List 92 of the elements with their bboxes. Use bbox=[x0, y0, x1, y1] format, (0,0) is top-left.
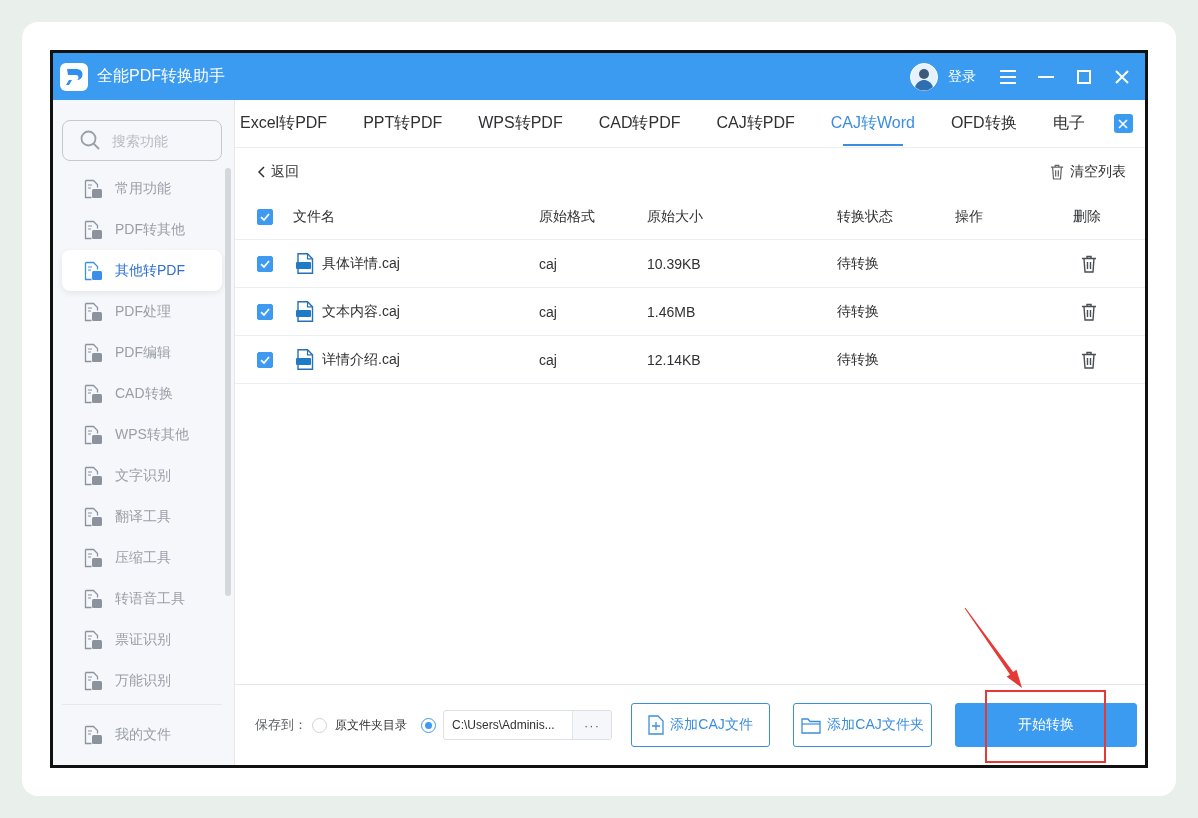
checkbox[interactable] bbox=[257, 303, 273, 320]
trash-icon bbox=[1050, 163, 1064, 180]
tab[interactable]: Excel转PDF bbox=[240, 100, 328, 147]
tab[interactable]: CAD转PDF bbox=[598, 100, 681, 147]
tab[interactable]: CAJ转Word bbox=[830, 100, 915, 147]
browse-button[interactable]: ··· bbox=[572, 711, 611, 739]
table-cell: caj bbox=[539, 351, 557, 368]
menu-icon[interactable] bbox=[1000, 69, 1016, 84]
file-name: 文本内容.caj bbox=[322, 302, 400, 321]
start-button[interactable]: 开始转换 bbox=[955, 703, 1137, 747]
search-icon bbox=[80, 130, 100, 150]
document-icon bbox=[83, 670, 103, 691]
trash-icon bbox=[1081, 254, 1097, 273]
table-cell: 1.46MB bbox=[647, 303, 696, 320]
sidebar-item[interactable]: 转语音工具 bbox=[62, 578, 222, 619]
column-header: 删除 bbox=[1073, 208, 1101, 226]
back-button[interactable]: 返回 bbox=[258, 162, 299, 181]
sidebar-item[interactable]: 常用功能 bbox=[62, 168, 222, 209]
document-icon bbox=[83, 465, 103, 486]
document-icon bbox=[83, 383, 103, 404]
document-icon bbox=[83, 178, 103, 199]
trash-icon bbox=[1081, 350, 1097, 369]
trash-icon bbox=[1081, 302, 1097, 321]
file-name: 详情介绍.caj bbox=[322, 350, 400, 369]
tab[interactable]: CAJ转PDF bbox=[716, 100, 795, 147]
search-field[interactable]: 搜索功能 bbox=[62, 120, 222, 161]
minimize-icon[interactable] bbox=[1038, 75, 1054, 78]
document-icon bbox=[83, 506, 103, 527]
radio-label[interactable]: 原文件夹目录 bbox=[335, 716, 407, 734]
column-header: 原始格式 bbox=[539, 208, 595, 226]
window-title: 全能PDF转换助手 bbox=[97, 66, 225, 86]
checkbox[interactable] bbox=[257, 209, 273, 225]
tab[interactable]: OFD转换 bbox=[950, 100, 1017, 147]
document-icon bbox=[83, 629, 103, 650]
column-header: 操作 bbox=[955, 208, 983, 226]
sidebar-item[interactable]: CAD转换 bbox=[62, 373, 222, 414]
sidebar-item[interactable]: 翻译工具 bbox=[62, 496, 222, 537]
table-cell: 待转换 bbox=[837, 302, 879, 321]
file-icon bbox=[296, 301, 314, 322]
document-icon bbox=[83, 724, 103, 745]
add-folder-button[interactable]: 添加CAJ文件夹 bbox=[793, 703, 932, 747]
file-icon bbox=[296, 349, 314, 370]
document-icon bbox=[83, 260, 103, 281]
document-icon bbox=[83, 547, 103, 568]
clear-list-button[interactable]: 清空列表 bbox=[1050, 162, 1126, 181]
radio-button[interactable] bbox=[312, 717, 327, 733]
document-icon bbox=[83, 588, 103, 609]
login-link[interactable]: 登录 bbox=[948, 67, 976, 86]
sidebar-item[interactable]: 文字识别 bbox=[62, 455, 222, 496]
document-icon bbox=[83, 301, 103, 322]
close-icon bbox=[1118, 118, 1128, 129]
chevron-left-icon bbox=[258, 165, 265, 178]
tab[interactable]: PPT转PDF bbox=[363, 100, 443, 147]
file-name: 具体详情.caj bbox=[322, 254, 400, 273]
close-button[interactable] bbox=[1113, 114, 1133, 133]
column-header: 文件名 bbox=[293, 208, 335, 226]
avatar-icon[interactable] bbox=[910, 62, 938, 91]
checkbox[interactable] bbox=[257, 255, 273, 272]
radio-button[interactable] bbox=[421, 717, 436, 733]
sidebar-item[interactable]: PDF处理 bbox=[62, 291, 222, 332]
sidebar-item[interactable]: 票证识别 bbox=[62, 619, 222, 660]
column-header: 原始大小 bbox=[647, 208, 703, 226]
table-cell: 待转换 bbox=[837, 350, 879, 369]
table-cell: 12.14KB bbox=[647, 351, 701, 368]
sidebar-item[interactable]: 压缩工具 bbox=[62, 537, 222, 578]
file-icon bbox=[296, 253, 314, 274]
checkbox[interactable] bbox=[257, 351, 273, 368]
table-cell: 待转换 bbox=[837, 254, 879, 273]
sidebar-item[interactable]: 我的文件 bbox=[62, 714, 222, 755]
table-cell: caj bbox=[539, 303, 557, 320]
sidebar-item[interactable]: PDF转其他 bbox=[62, 209, 222, 250]
column-header: 转换状态 bbox=[837, 208, 893, 226]
sidebar-item[interactable]: 万能识别 bbox=[62, 660, 222, 701]
sidebar-item[interactable]: PDF编辑 bbox=[62, 332, 222, 373]
check-icon bbox=[259, 211, 271, 223]
table-cell: 10.39KB bbox=[647, 255, 701, 272]
scrollbar[interactable] bbox=[225, 168, 231, 596]
sidebar-item[interactable]: 其他转PDF bbox=[62, 250, 222, 291]
document-icon bbox=[83, 424, 103, 445]
close-icon[interactable] bbox=[1115, 69, 1129, 84]
add-file-button[interactable]: 添加CAJ文件 bbox=[631, 703, 770, 747]
document-icon bbox=[83, 342, 103, 363]
tab[interactable]: WPS转PDF bbox=[478, 100, 563, 147]
sidebar-item[interactable]: WPS转其他 bbox=[62, 414, 222, 455]
logo-icon bbox=[60, 62, 88, 91]
file-plus-icon bbox=[648, 715, 665, 735]
path-field[interactable]: C:\Users\Adminis... ··· bbox=[443, 710, 612, 740]
save-to-label: 保存到： bbox=[255, 716, 307, 734]
table-cell: caj bbox=[539, 255, 557, 272]
folder-icon bbox=[801, 716, 822, 734]
document-icon bbox=[83, 219, 103, 240]
maximize-icon[interactable] bbox=[1077, 69, 1091, 84]
